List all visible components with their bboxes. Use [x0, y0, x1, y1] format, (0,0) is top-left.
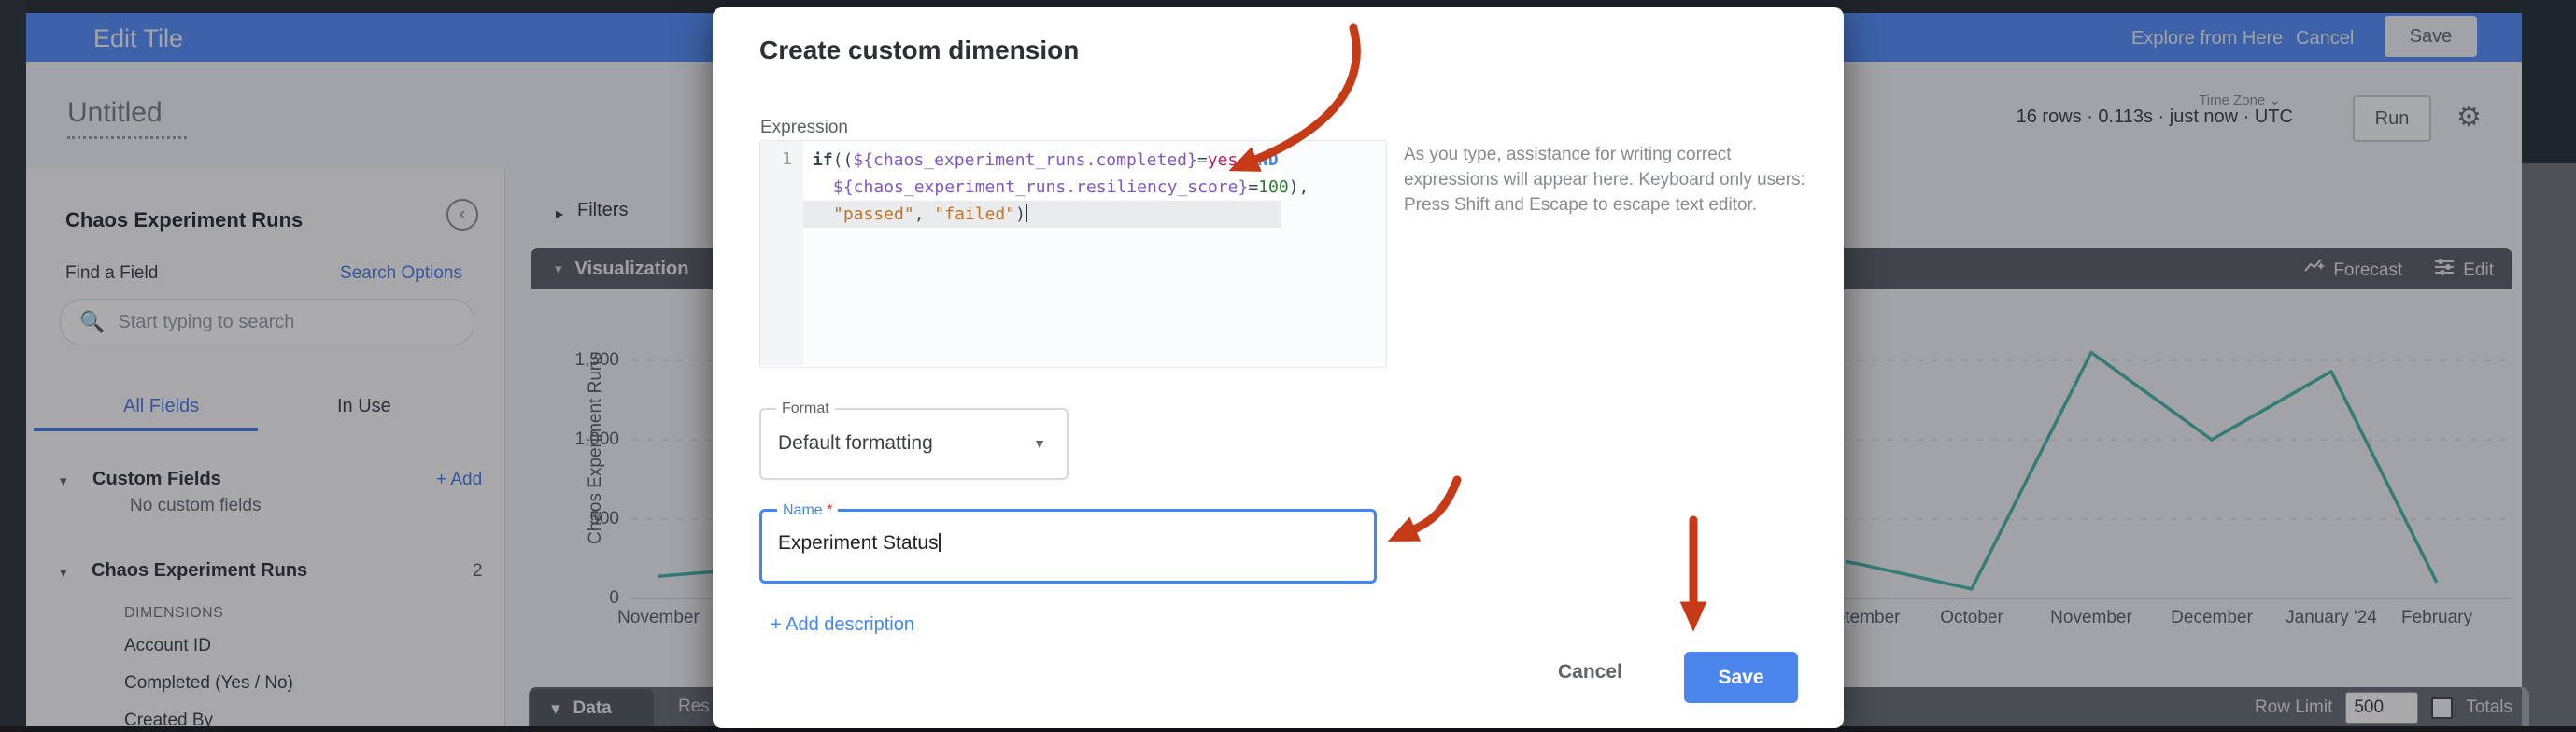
expression-editor[interactable]: 1 if((${chaos_experiment_runs.completed}…	[759, 140, 1387, 368]
name-field[interactable]: Name * Experiment Status	[759, 509, 1377, 584]
dialog-title: Create custom dimension	[759, 35, 1079, 65]
expression-label: Expression	[760, 118, 848, 138]
chevron-down-icon: ▼	[1033, 436, 1046, 451]
add-description-link[interactable]: + Add description	[771, 614, 914, 636]
code-line[interactable]: ${chaos_experiment_runs.resiliency_score…	[803, 174, 1281, 201]
create-custom-dimension-dialog: Create custom dimension Expression 1 if(…	[713, 7, 1844, 728]
text-cursor	[939, 533, 941, 552]
name-value: Experiment Status	[778, 532, 941, 555]
frame-left-edge	[0, 0, 26, 732]
expression-assistance-text: As you type, assistance for writing corr…	[1404, 142, 1815, 218]
format-select[interactable]: Format Default formatting ▼	[759, 408, 1069, 480]
dialog-cancel-button[interactable]: Cancel	[1558, 661, 1622, 683]
name-label: Name *	[777, 502, 838, 519]
required-asterisk: *	[827, 502, 832, 518]
format-label: Format	[776, 401, 835, 417]
screenshot-root: Edit Tile Explore from Here Cancel Save …	[0, 0, 2576, 732]
format-value: Default formatting	[778, 432, 933, 455]
frame-right-top	[2522, 0, 2576, 163]
code-line[interactable]: "passed", "failed")	[803, 201, 1281, 228]
editor-line-numbers: 1	[760, 141, 803, 365]
dialog-save-button[interactable]: Save	[1684, 652, 1798, 703]
code-line[interactable]: if((${chaos_experiment_runs.completed}=y…	[803, 147, 1281, 174]
frame-right-edge	[2522, 163, 2576, 732]
expression-code[interactable]: if((${chaos_experiment_runs.completed}=y…	[803, 147, 1281, 228]
